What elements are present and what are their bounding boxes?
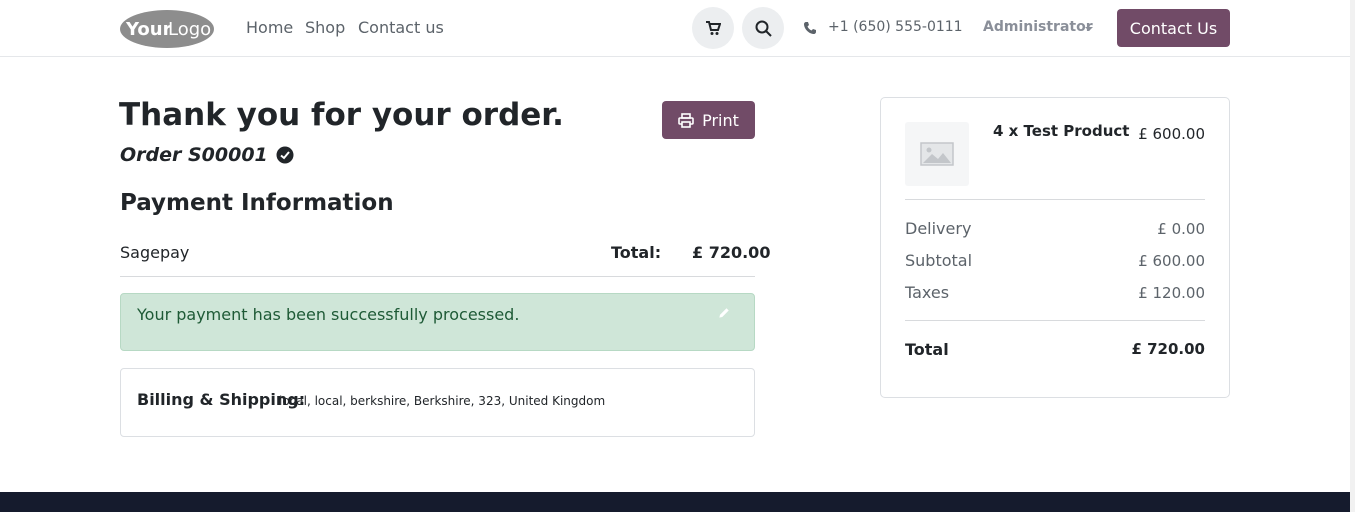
- printer-icon: [678, 112, 694, 128]
- order-number: Order S00001: [120, 144, 294, 166]
- payment-total-label: Total:: [611, 243, 662, 262]
- cart-button[interactable]: [692, 7, 734, 49]
- product-name[interactable]: 4 x Test Product: [993, 122, 1129, 140]
- image-placeholder-icon: [920, 142, 954, 166]
- search-button[interactable]: [742, 7, 784, 49]
- svg-text:Your: Your: [125, 19, 172, 40]
- nav-contact-us[interactable]: Contact us: [358, 18, 444, 37]
- phone-number[interactable]: +1 (650) 555-0111: [828, 19, 963, 35]
- cart-icon: [706, 21, 721, 35]
- payment-method: Sagepay: [120, 243, 190, 262]
- taxes-value: £ 120.00: [1138, 284, 1205, 302]
- print-label: Print: [702, 110, 739, 130]
- site-footer: [0, 492, 1350, 512]
- payment-section-title: Payment Information: [120, 190, 394, 216]
- payment-total-value: £ 720.00: [692, 243, 771, 262]
- scrollbar[interactable]: [1350, 0, 1355, 512]
- contact-us-button[interactable]: Contact Us: [1117, 9, 1230, 47]
- chevron-down-icon: [1085, 27, 1093, 31]
- taxes-label: Taxes: [905, 283, 950, 302]
- svg-text:Logo: Logo: [168, 19, 211, 40]
- divider: [905, 199, 1205, 200]
- search-icon: [755, 20, 772, 37]
- site-header: Your Logo Home Shop Contact us +1 (650) …: [0, 0, 1350, 57]
- summary-total-value: £ 720.00: [1131, 340, 1205, 358]
- product-thumbnail[interactable]: [905, 122, 969, 186]
- print-button[interactable]: Print: [662, 101, 755, 139]
- billing-shipping-card: Billing & Shipping: local, local, berksh…: [120, 368, 755, 437]
- divider: [905, 320, 1205, 321]
- order-summary-card: 4 x Test Product £ 600.00 Delivery £ 0.0…: [880, 97, 1230, 398]
- pencil-icon[interactable]: [718, 307, 730, 319]
- user-menu[interactable]: Administrator: [983, 19, 1093, 35]
- success-message: Your payment has been successfully proce…: [137, 305, 520, 324]
- billing-shipping-address: local, local, berkshire, Berkshire, 323,…: [279, 394, 606, 408]
- divider: [120, 276, 755, 277]
- site-logo[interactable]: Your Logo: [120, 9, 214, 49]
- nav-home[interactable]: Home: [246, 18, 293, 37]
- delivery-value: £ 0.00: [1157, 220, 1205, 238]
- nav-shop[interactable]: Shop: [305, 18, 345, 37]
- payment-success-alert: Your payment has been successfully proce…: [120, 293, 755, 351]
- product-price: £ 600.00: [1138, 125, 1205, 143]
- subtotal-value: £ 600.00: [1138, 252, 1205, 270]
- check-circle-icon: [276, 146, 294, 164]
- phone-icon: [804, 22, 816, 34]
- summary-total-label: Total: [905, 340, 949, 359]
- subtotal-label: Subtotal: [905, 251, 973, 270]
- page-title: Thank you for your order.: [119, 97, 564, 133]
- delivery-label: Delivery: [905, 219, 972, 238]
- order-number-text: Order S00001: [120, 144, 268, 166]
